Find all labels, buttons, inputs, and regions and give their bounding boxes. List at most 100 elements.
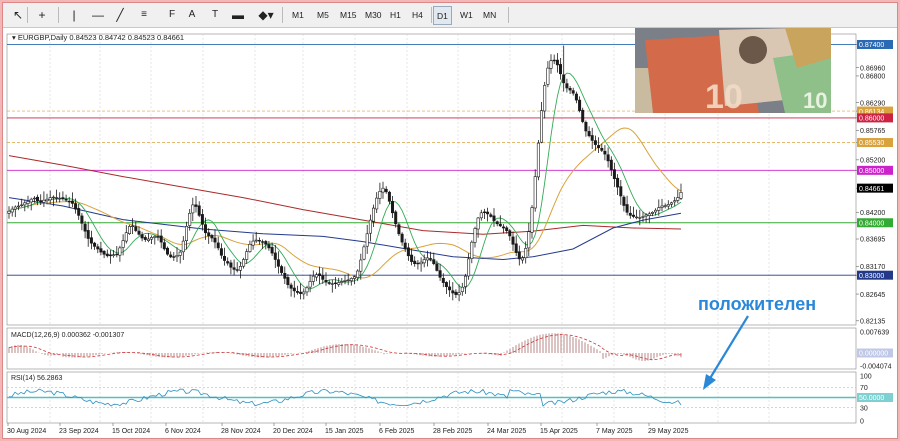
time-label: 15 Apr 2025 [540, 428, 578, 435]
timeframe-m15[interactable]: M15 [337, 6, 360, 23]
timeframe-mn[interactable]: MN [480, 6, 499, 23]
candle-body [359, 259, 363, 272]
time-label: 28 Feb 2025 [433, 428, 472, 435]
fibonacci-icon[interactable]: F [163, 6, 181, 23]
candle-body [105, 253, 109, 257]
candle-body [102, 250, 106, 255]
candle-body [64, 198, 68, 201]
candle-body [191, 204, 195, 214]
candle-body [343, 280, 347, 282]
horizontal-line-icon[interactable]: — [89, 6, 107, 23]
text-label-icon[interactable]: T [206, 6, 224, 23]
price-label: 0.83695 [860, 237, 885, 244]
candle-body [251, 240, 255, 246]
candle-body [327, 282, 331, 284]
candle-body [536, 142, 540, 178]
candle-body [375, 197, 379, 210]
candle-body [118, 247, 122, 256]
banknote-portrait [739, 36, 767, 64]
candle-body [137, 230, 141, 235]
candle-body [67, 200, 71, 203]
chart-header: ▾ EURGBP,Daily 0.84523 0.84742 0.84523 0… [12, 33, 184, 42]
timeframe-m1[interactable]: M1 [289, 6, 307, 23]
candle-body [270, 247, 274, 254]
price-label: 0.85530 [859, 140, 884, 147]
price-chart[interactable]: ▾ EURGBP,Daily 0.84523 0.84742 0.84523 0… [3, 28, 897, 438]
candle-body [200, 214, 204, 225]
candle-body [381, 187, 385, 193]
candle-body [349, 278, 353, 282]
candle-body [460, 286, 464, 293]
candle-body [524, 248, 528, 259]
candle-body [121, 240, 125, 248]
text-tool-icon[interactable]: A [183, 6, 201, 23]
candle-body [70, 200, 74, 204]
candle-body [451, 290, 455, 294]
timeframe-h4[interactable]: H4 [409, 6, 426, 23]
candle-body [159, 235, 163, 243]
candle-body [565, 83, 569, 89]
candle-body [273, 252, 277, 260]
crosshair-icon[interactable]: + [33, 6, 51, 23]
banknote-denomination: 10 [705, 78, 743, 116]
candle-body [261, 241, 265, 243]
candle-body [612, 169, 616, 180]
timeframe-m5[interactable]: M5 [314, 6, 332, 23]
candle-body [124, 232, 128, 242]
candle-body [29, 198, 33, 203]
candle-body [35, 196, 39, 202]
candle-body [492, 215, 496, 221]
candle-body [356, 270, 360, 278]
timeframe-h1[interactable]: H1 [387, 6, 404, 23]
toolbar-separator [431, 7, 432, 23]
candle-body [371, 207, 375, 222]
candle-body [581, 109, 585, 122]
candle-body [337, 282, 341, 285]
candle-body [20, 204, 24, 206]
time-label: 6 Feb 2025 [379, 428, 415, 435]
candle-body [58, 197, 62, 200]
macd-tick-label: -0.004074 [860, 364, 892, 371]
timeframe-w1[interactable]: W1 [457, 6, 476, 23]
candle-body [673, 200, 677, 203]
timeframe-d1[interactable]: D1 [433, 6, 452, 25]
price-label: 0.84200 [860, 210, 885, 217]
candle-body [654, 209, 658, 213]
channel-icon[interactable]: ≡ [135, 6, 153, 23]
candle-body [175, 255, 179, 258]
price-label: 0.86960 [860, 65, 885, 72]
cursor-icon[interactable]: ↖ [9, 6, 27, 23]
candle-body [178, 251, 182, 256]
candle-body [333, 282, 337, 284]
trendline-icon[interactable]: ╱ [111, 6, 129, 23]
candle-body [593, 140, 597, 145]
candle-body [194, 204, 198, 207]
candle-body [619, 186, 623, 197]
candle-body [61, 197, 65, 200]
candle-body [245, 251, 249, 260]
candle-body [188, 213, 192, 226]
price-label: 0.85765 [860, 128, 885, 135]
candle-body [609, 159, 613, 171]
price-label: 0.86290 [860, 100, 885, 107]
candle-body [83, 223, 87, 232]
rsi-label: RSI(14) 56.2863 [11, 375, 62, 382]
vertical-line-icon[interactable]: | [65, 6, 83, 23]
shapes-menu-icon[interactable]: ◆▾ [253, 6, 279, 23]
candle-body [470, 241, 474, 259]
candle-body [147, 238, 151, 241]
candle-body [131, 225, 135, 227]
candle-body [197, 205, 201, 216]
candle-body [416, 262, 420, 265]
candle-body [213, 237, 217, 243]
candle-body [32, 197, 36, 200]
currency-photo: 10 10 [635, 28, 831, 116]
candle-body [520, 257, 524, 261]
rectangle-icon[interactable]: ▬ [229, 6, 247, 23]
candle-body [606, 154, 610, 162]
candle-body [530, 207, 534, 233]
toolbar-separator [58, 7, 59, 23]
rsi-tick-label: 100 [860, 374, 872, 381]
candle-body [590, 135, 594, 141]
timeframe-m30[interactable]: M30 [362, 6, 385, 23]
